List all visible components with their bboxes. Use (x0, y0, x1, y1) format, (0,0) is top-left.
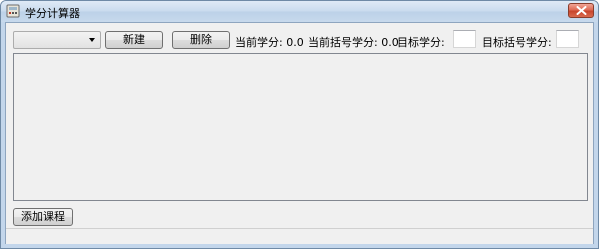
client-area: 新建 删除 当前学分: 0.0 当前括号学分: 0.0 目标学分: 目标括号学分… (5, 22, 594, 244)
course-list-panel[interactable] (13, 53, 588, 201)
target-credits-label: 目标学分: (397, 36, 445, 49)
app-window: 学分计算器 新建 删除 当前学分: 0.0 当前括号学分: 0.0 目标学分: … (0, 0, 599, 249)
current-bracket-credits-label: 当前括号学分: 0.0 (308, 36, 399, 49)
chevron-down-icon (89, 38, 95, 42)
new-button[interactable]: 新建 (105, 31, 163, 49)
calculator-app-icon[interactable] (6, 4, 20, 18)
close-button[interactable] (568, 3, 594, 18)
target-bracket-credits-label: 目标括号学分: (482, 36, 552, 49)
target-bracket-credits-input[interactable] (556, 30, 579, 48)
current-credits-label: 当前学分: 0.0 (235, 36, 304, 49)
window-title: 学分计算器 (25, 7, 80, 20)
add-course-button[interactable]: 添加课程 (13, 208, 73, 226)
delete-button[interactable]: 删除 (172, 31, 230, 49)
close-icon (576, 6, 587, 15)
course-select-combobox[interactable] (13, 31, 101, 49)
target-credits-input[interactable] (453, 30, 476, 48)
title-bar[interactable]: 学分计算器 (1, 1, 598, 22)
status-bar (6, 228, 593, 244)
